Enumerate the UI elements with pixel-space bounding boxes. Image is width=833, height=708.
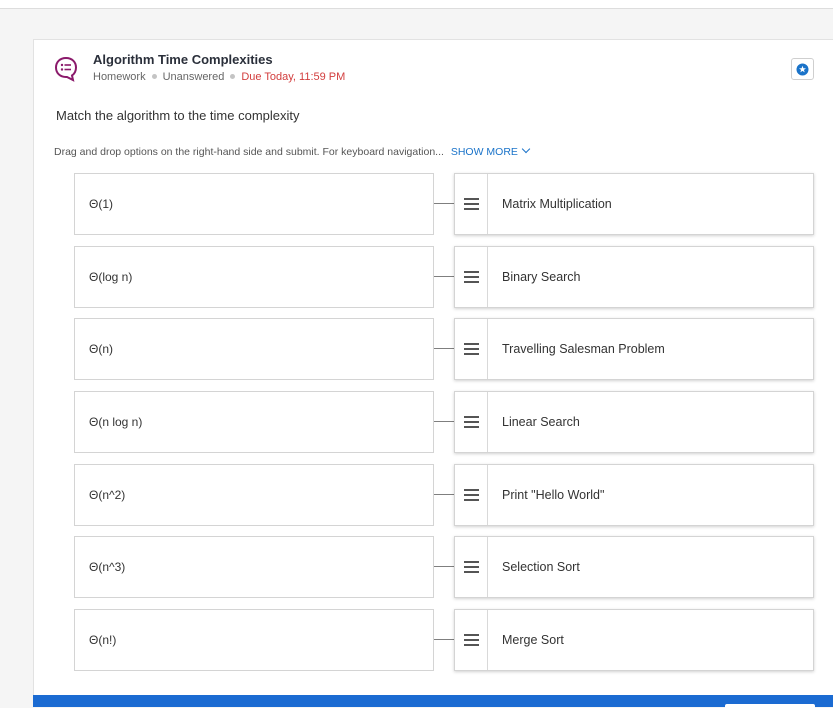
connector-line: [434, 348, 454, 349]
drag-handle-icon[interactable]: [455, 247, 488, 307]
drag-handle-icon[interactable]: [455, 537, 488, 597]
draggable-option[interactable]: Selection Sort: [454, 536, 814, 598]
instructions-text: Drag and drop options on the right-hand …: [54, 146, 444, 158]
draggable-option[interactable]: Travelling Salesman Problem: [454, 318, 814, 380]
algorithm-label: Print "Hello World": [502, 488, 605, 502]
match-row: Θ(1) Matrix Multiplication: [34, 173, 833, 235]
complexity-label: Θ(n): [89, 342, 113, 356]
draggable-option[interactable]: Binary Search: [454, 246, 814, 308]
question-title: Algorithm Time Complexities: [93, 52, 273, 67]
question-meta: Homework Unanswered Due Today, 11:59 PM: [93, 71, 345, 83]
complexity-label: Θ(n!): [89, 633, 117, 647]
connector-line: [434, 421, 454, 422]
algorithm-label: Travelling Salesman Problem: [502, 342, 665, 356]
complexity-slot: Θ(n): [74, 318, 434, 380]
connector-line: [434, 566, 454, 567]
complexity-label: Θ(log n): [89, 270, 133, 284]
complexity-slot: Θ(log n): [74, 246, 434, 308]
algorithm-label: Matrix Multiplication: [502, 197, 612, 211]
bookmark-button[interactable]: [791, 58, 814, 80]
draggable-option[interactable]: Linear Search: [454, 391, 814, 453]
algorithm-label: Binary Search: [502, 270, 581, 284]
separator-dot: [230, 73, 236, 79]
complexity-slot: Θ(n log n): [74, 391, 434, 453]
drag-handle-icon[interactable]: [455, 319, 488, 379]
show-more-link[interactable]: SHOW MORE: [450, 144, 531, 158]
complexity-slot: Θ(n^2): [74, 464, 434, 526]
complexity-slot: Θ(n^3): [74, 536, 434, 598]
drag-handle-icon[interactable]: [455, 392, 488, 452]
question-status: Unanswered: [162, 71, 225, 83]
match-row: Θ(n log n) Linear Search: [34, 391, 833, 453]
question-card: Algorithm Time Complexities Homework Unan…: [33, 39, 833, 707]
match-row: Θ(log n) Binary Search: [34, 246, 833, 308]
drag-handle-icon[interactable]: [455, 174, 488, 234]
question-prompt: Match the algorithm to the time complexi…: [56, 108, 300, 123]
instructions: Drag and drop options on the right-hand …: [54, 144, 531, 158]
complexity-label: Θ(n^2): [89, 488, 126, 502]
connector-line: [434, 494, 454, 495]
complexity-label: Θ(n log n): [89, 415, 143, 429]
star-icon: [796, 63, 809, 75]
connector-line: [434, 276, 454, 277]
footer-bar: [33, 695, 833, 708]
drag-handle-icon[interactable]: [455, 465, 488, 525]
algorithm-label: Linear Search: [502, 415, 580, 429]
question-list-icon: [54, 56, 78, 82]
algorithm-label: Selection Sort: [502, 560, 580, 574]
draggable-option[interactable]: Print "Hello World": [454, 464, 814, 526]
draggable-option[interactable]: Merge Sort: [454, 609, 814, 671]
complexity-slot: Θ(n!): [74, 609, 434, 671]
top-bar: [0, 0, 833, 9]
match-row: Θ(n^2) Print "Hello World": [34, 464, 833, 526]
complexity-label: Θ(1): [89, 197, 113, 211]
draggable-option[interactable]: Matrix Multiplication: [454, 173, 814, 235]
connector-line: [434, 639, 454, 640]
drag-handle-icon[interactable]: [455, 610, 488, 670]
question-type: Homework: [93, 71, 146, 83]
show-more-label: SHOW MORE: [450, 146, 518, 158]
complexity-label: Θ(n^3): [89, 560, 126, 574]
chevron-down-icon: [521, 144, 531, 154]
submit-button-peek[interactable]: [725, 704, 815, 708]
connector-line: [434, 203, 454, 204]
match-row: Θ(n) Travelling Salesman Problem: [34, 318, 833, 380]
match-row: Θ(n!) Merge Sort: [34, 609, 833, 671]
match-row: Θ(n^3) Selection Sort: [34, 536, 833, 598]
complexity-slot: Θ(1): [74, 173, 434, 235]
due-date: Due Today, 11:59 PM: [241, 71, 346, 83]
separator-dot: [151, 73, 157, 79]
algorithm-label: Merge Sort: [502, 633, 564, 647]
